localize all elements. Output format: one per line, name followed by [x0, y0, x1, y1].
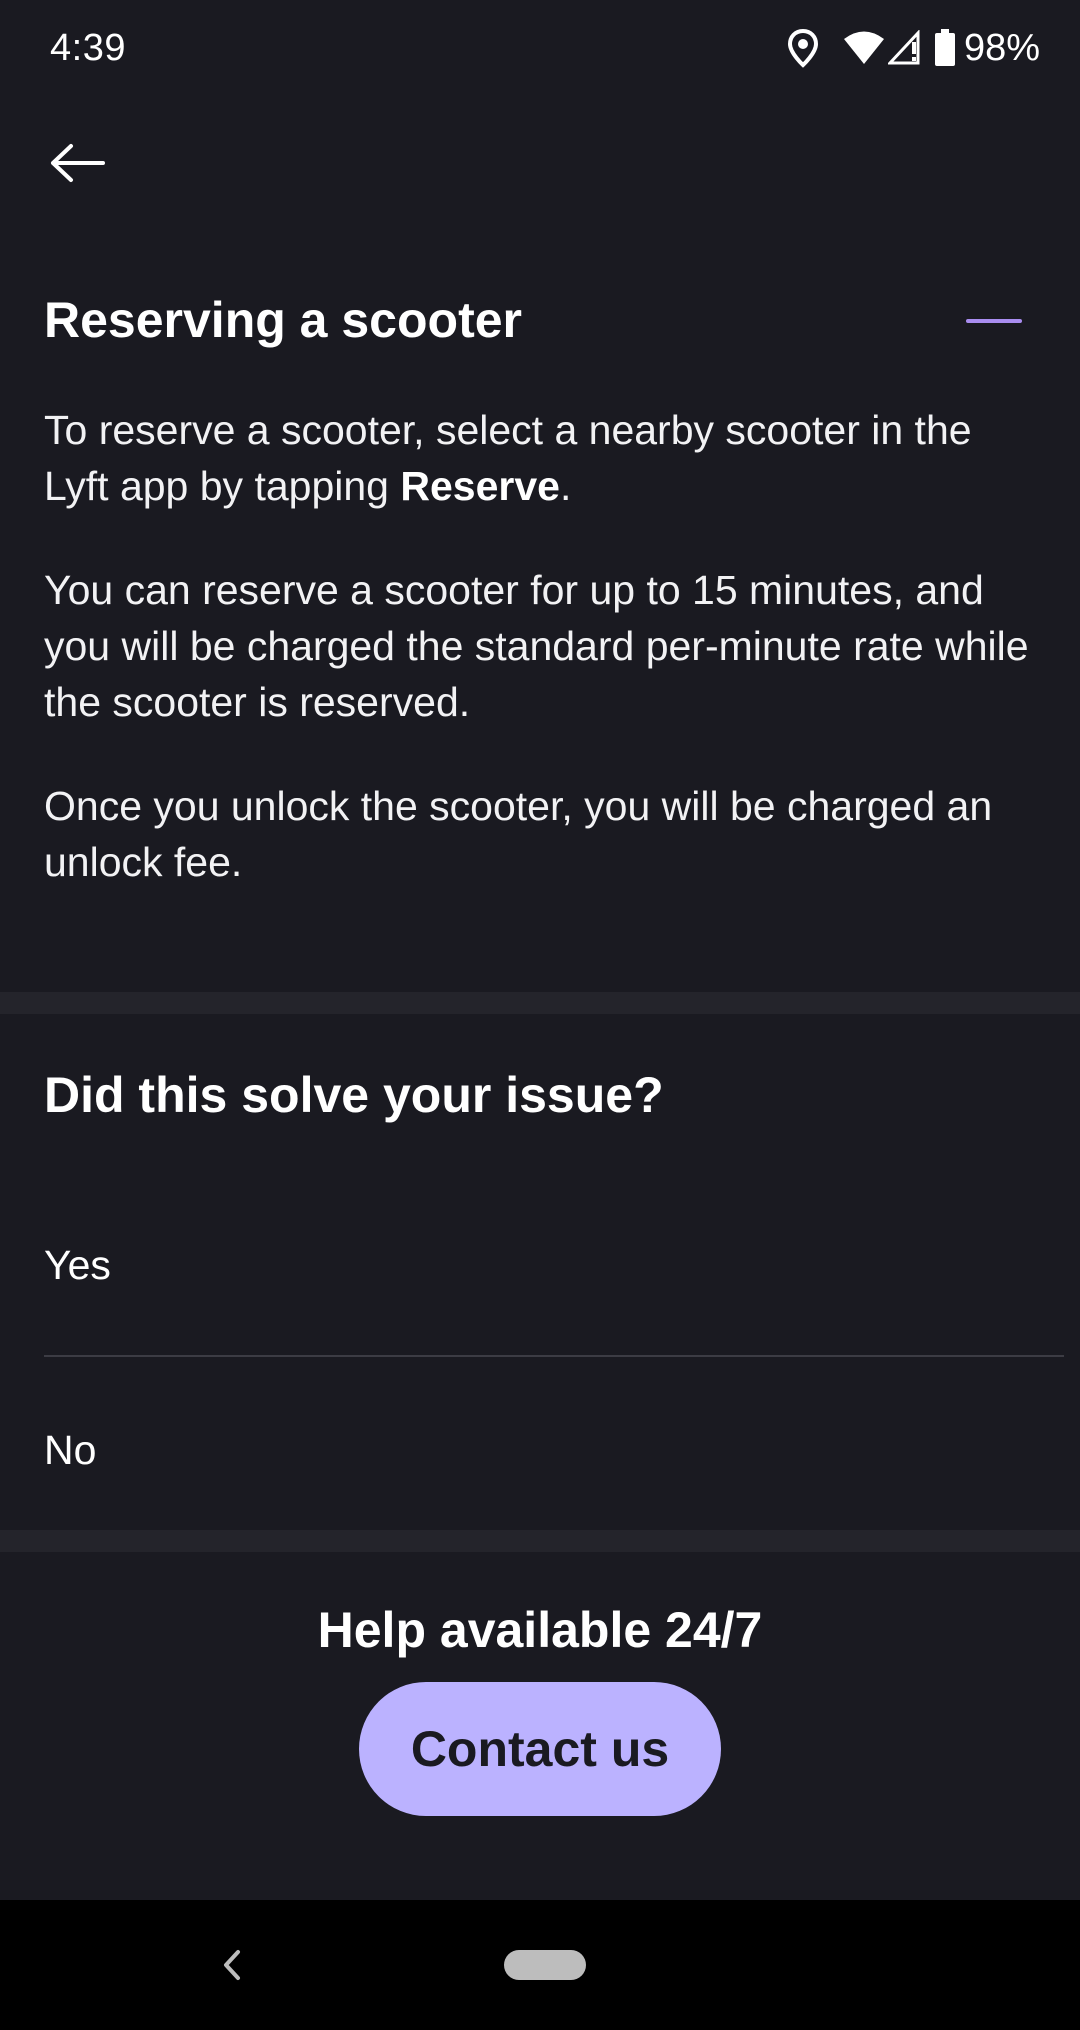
status-icons: 98%	[786, 22, 1040, 74]
arrow-left-icon	[49, 143, 105, 188]
location-icon	[786, 28, 820, 68]
status-bar: 4:39 98%	[0, 0, 1080, 96]
option-label: No	[44, 1426, 97, 1473]
chevron-left-icon	[210, 1950, 254, 1994]
help-section: Help available 24/7 Contact us	[0, 1590, 1080, 1816]
status-time: 4:39	[50, 27, 126, 69]
article-header[interactable]: Reserving a scooter	[44, 280, 1040, 360]
reserve-term: Reserve	[400, 463, 560, 509]
feedback-section: Did this solve your issue? Yes No	[44, 1055, 1064, 1473]
wifi-icon	[842, 30, 886, 66]
feedback-question: Did this solve your issue?	[44, 1067, 664, 1123]
section-divider	[0, 1530, 1080, 1552]
nav-home-button[interactable]	[504, 1950, 586, 1980]
system-nav-bar	[0, 1900, 1080, 2030]
contact-us-button[interactable]: Contact us	[359, 1682, 721, 1816]
article-title: Reserving a scooter	[44, 292, 522, 348]
article-paragraph-3: Once you unlock the scooter, you will be…	[44, 783, 993, 885]
paragraph-text: .	[559, 463, 572, 509]
battery-icon	[934, 29, 956, 67]
option-label: Yes	[44, 1241, 111, 1288]
back-button[interactable]	[44, 132, 110, 198]
article-body: To reserve a scooter, select a nearby sc…	[44, 402, 1040, 890]
help-title: Help available 24/7	[317, 1602, 763, 1658]
option-divider	[44, 1355, 1064, 1357]
signal-icon	[887, 30, 922, 66]
minus-icon	[966, 319, 1022, 323]
collapse-toggle-button[interactable]	[962, 300, 1026, 340]
article-paragraph-1: To reserve a scooter, select a nearby sc…	[44, 402, 1040, 514]
feedback-option-no[interactable]: No	[44, 1390, 1064, 1510]
article-paragraph-2: You can reserve a scooter for up to 15 m…	[44, 567, 1029, 725]
nav-back-button[interactable]	[210, 1940, 254, 1990]
section-divider	[0, 992, 1080, 1014]
help-article: Reserving a scooter To reserve a scooter…	[44, 280, 1040, 890]
feedback-option-yes[interactable]: Yes	[44, 1205, 1064, 1325]
battery-percentage: 98%	[963, 27, 1040, 69]
